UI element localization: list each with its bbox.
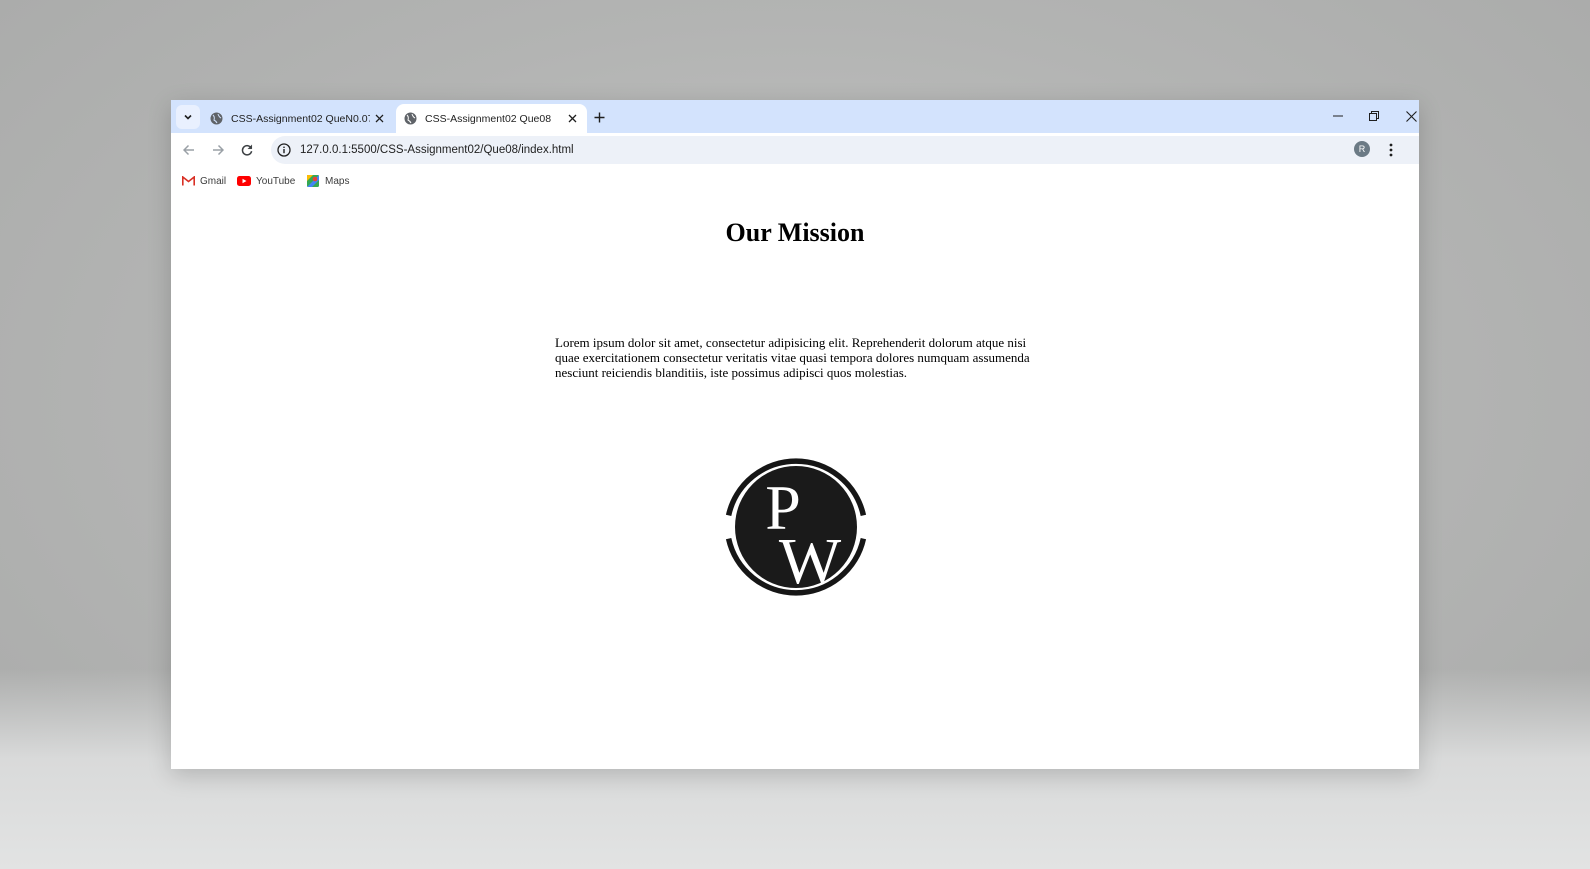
close-tab-icon[interactable] (563, 110, 581, 128)
youtube-icon (237, 175, 251, 187)
bookmark-label: Gmail (200, 175, 227, 187)
new-tab-button[interactable] (590, 108, 608, 126)
back-button[interactable] (179, 140, 199, 160)
tab-title: CSS-Assignment02 Que08 (425, 112, 552, 125)
gmail-icon (181, 175, 195, 187)
reload-button[interactable] (237, 140, 257, 160)
bookmark-youtube[interactable]: YouTube (237, 174, 295, 188)
more-vertical-icon (1389, 143, 1393, 157)
minimize-button[interactable] (1326, 106, 1350, 126)
browser-toolbar: 127.0.0.1:5500/CSS-Assignment02/Que08/in… (171, 133, 1419, 167)
browser-window: CSS-Assignment02 QueN0.07 CSS-Assignment… (171, 100, 1419, 769)
minimize-icon (1333, 115, 1343, 117)
bookmark-maps[interactable]: Maps (306, 174, 349, 188)
menu-button[interactable] (1384, 140, 1398, 160)
tab-search-button[interactable] (176, 105, 200, 129)
svg-text:W: W (779, 525, 842, 598)
pw-logo: P W (725, 458, 867, 598)
address-bar[interactable]: 127.0.0.1:5500/CSS-Assignment02/Que08/in… (271, 136, 1419, 164)
chevron-down-icon (184, 114, 192, 120)
tab-strip: CSS-Assignment02 QueN0.07 CSS-Assignment… (171, 100, 1419, 133)
restore-button[interactable] (1362, 106, 1386, 126)
restore-icon (1369, 111, 1379, 121)
arrow-left-icon (183, 144, 194, 156)
profile-avatar[interactable]: R (1354, 141, 1370, 157)
bookmark-gmail[interactable]: Gmail (181, 174, 226, 188)
info-icon[interactable] (277, 143, 291, 157)
bookmark-label: YouTube (256, 175, 296, 187)
tab-inactive[interactable]: CSS-Assignment02 QueN0.07 (201, 104, 394, 133)
page-title: Our Mission (725, 218, 865, 247)
plus-icon (594, 112, 604, 122)
maps-icon (306, 175, 320, 187)
arrow-right-icon (213, 144, 224, 156)
bookmark-label: Maps (325, 175, 350, 187)
close-window-button[interactable] (1399, 106, 1419, 126)
url-text[interactable]: 127.0.0.1:5500/CSS-Assignment02/Que08/in… (300, 136, 574, 164)
close-tab-icon[interactable] (370, 110, 388, 128)
tab-active[interactable]: CSS-Assignment02 Que08 (396, 104, 587, 133)
tab-title: CSS-Assignment02 QueN0.07 (231, 112, 370, 125)
bookmarks-bar: Gmail YouTube Maps (171, 167, 1419, 195)
page-content: Our Mission Lorem ipsum dolor sit amet, … (171, 195, 1419, 769)
reload-icon (241, 144, 253, 156)
close-icon (1405, 110, 1417, 122)
globe-icon (210, 112, 223, 125)
mission-paragraph: Lorem ipsum dolor sit amet, consectetur … (555, 335, 1030, 380)
globe-icon (404, 112, 417, 125)
forward-button[interactable] (208, 140, 228, 160)
